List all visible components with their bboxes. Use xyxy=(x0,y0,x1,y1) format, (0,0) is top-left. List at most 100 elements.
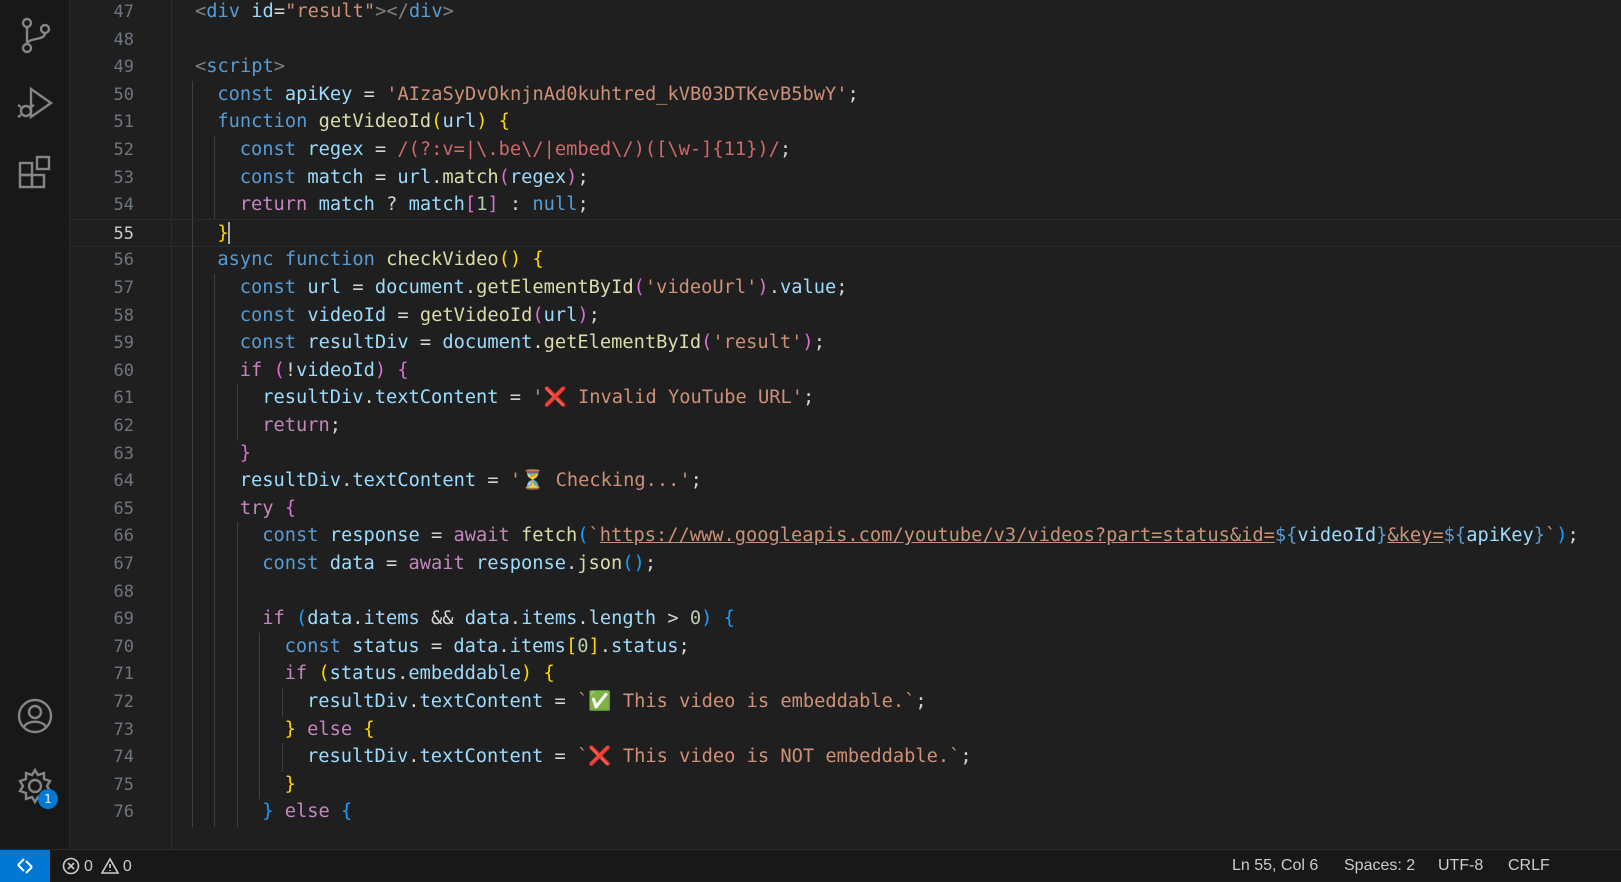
code-token: ) xyxy=(577,304,589,326)
code-token: 'videoUrl' xyxy=(644,277,758,298)
code-line[interactable]: 65 try { xyxy=(70,494,1621,524)
code-token: try xyxy=(239,497,285,519)
code-token: const xyxy=(239,332,308,354)
code-line[interactable]: 49 <script> xyxy=(70,53,1621,82)
line-number: 50 xyxy=(113,84,134,105)
code-line[interactable]: 70 const status = data.items[0].status; xyxy=(70,632,1621,662)
code-token: textContent xyxy=(419,746,544,768)
manage-gear-icon[interactable]: 1 xyxy=(12,763,58,809)
code-line[interactable]: 50 const apiKey = 'AIzaSyDvOknjnAd0kuhtre… xyxy=(70,80,1621,110)
code-line[interactable]: 69 if (data.items && data.items.length > … xyxy=(70,605,1621,634)
code-text: } else { xyxy=(262,798,352,827)
code-token: [ xyxy=(565,635,578,657)
code-token: 0 xyxy=(577,635,589,657)
code-token: regex xyxy=(509,166,567,188)
code-token: '⏳ Checking...' xyxy=(509,470,691,492)
code-line[interactable]: 72 resultDiv.textContent = `✅ This video … xyxy=(70,688,1621,717)
activity-bar: 1 xyxy=(0,0,70,849)
code-line[interactable]: 63} xyxy=(70,439,1621,469)
code-editor[interactable]: 47 <div id="result"></div> 48 49 <script> 50 c… xyxy=(70,0,1621,849)
code-line[interactable]: 66 const response = await fetch(`https://… xyxy=(70,522,1621,551)
code-token: document xyxy=(374,277,465,298)
code-line[interactable]: 73} else { xyxy=(70,715,1621,745)
line-number: 59 xyxy=(113,333,134,354)
indent-guide xyxy=(214,522,216,551)
indentation-setting[interactable]: Spaces: 2 xyxy=(1344,850,1415,882)
code-line[interactable]: 57 const url = document.getElementById('v… xyxy=(70,274,1621,303)
code-token: ) xyxy=(374,359,387,381)
indent-guide xyxy=(259,632,261,662)
code-line[interactable]: 62 return; xyxy=(70,412,1621,441)
code-line[interactable]: 58 const videoId = getVideoId(url); xyxy=(70,301,1621,331)
code-token: return xyxy=(262,415,330,436)
code-token: resultDiv xyxy=(307,691,409,712)
code-line[interactable]: 60 if (!videoId) { xyxy=(70,356,1621,386)
code-token: const xyxy=(284,635,353,657)
code-line[interactable]: 52 const regex = /(?:v=|\.be\/|embed\/)([… xyxy=(70,136,1621,165)
code-line[interactable]: 67 const data = await response.json(); xyxy=(70,550,1621,579)
code-line[interactable]: 56 async function checkVideo() { xyxy=(70,246,1621,275)
code-line[interactable]: 61 resultDiv.textContent = '❌ Invalid You… xyxy=(70,384,1621,413)
code-token: ( xyxy=(431,111,443,133)
code-text: return match ? match[1] : null; xyxy=(240,191,589,220)
code-token: null xyxy=(532,194,578,216)
indent-guide xyxy=(214,688,216,717)
code-text: } else { xyxy=(285,716,375,745)
indent-guide xyxy=(236,688,238,717)
indent-guide xyxy=(192,743,193,772)
code-line[interactable]: 59 const resultDiv = document.getElementB… xyxy=(70,329,1621,358)
code-line[interactable]: 47 <div id="result"></div> xyxy=(70,0,1621,27)
code-token: status xyxy=(329,663,398,685)
remote-indicator-button[interactable] xyxy=(0,850,50,882)
code-line[interactable]: 64 resultDiv.textContent = '⏳ Checking...… xyxy=(70,467,1621,496)
code-token: await xyxy=(408,553,476,574)
indent-guide xyxy=(214,439,216,469)
code-token: ` xyxy=(1544,525,1557,547)
code-token: ; xyxy=(803,387,815,409)
code-token: ${ xyxy=(1443,525,1467,547)
run-debug-icon[interactable] xyxy=(12,80,58,126)
code-token: `✅ This video is embeddable.` xyxy=(577,691,916,712)
encoding-setting[interactable]: UTF-8 xyxy=(1438,850,1483,882)
code-line[interactable]: 68 xyxy=(70,577,1621,607)
code-line[interactable]: 54 return match ? match[1] : null; xyxy=(70,191,1621,220)
code-line[interactable]: 48 xyxy=(70,26,1621,55)
cursor-position[interactable]: Ln 55, Col 6 xyxy=(1232,850,1318,882)
extensions-icon[interactable] xyxy=(12,150,58,196)
code-token: [ xyxy=(464,194,477,216)
indent-guide xyxy=(236,605,238,634)
code-line[interactable]: 76} else { xyxy=(70,798,1621,827)
code-token: embeddable xyxy=(408,663,521,685)
code-line[interactable]: 53 const match = url.match(regex); xyxy=(70,163,1621,193)
source-control-icon[interactable] xyxy=(12,12,58,58)
line-number: 63 xyxy=(113,443,134,464)
code-line[interactable]: 51 function getVideoId(url) { xyxy=(70,108,1621,137)
code-token: && xyxy=(419,608,465,630)
remote-icon xyxy=(17,858,33,874)
code-token: . xyxy=(532,332,544,354)
code-line[interactable]: 74 resultDiv.textContent = `❌ This video … xyxy=(70,743,1621,772)
line-number: 67 xyxy=(113,554,134,574)
code-token: document xyxy=(442,332,533,354)
account-icon[interactable] xyxy=(12,693,58,739)
settings-badge: 1 xyxy=(38,789,58,809)
code-line[interactable]: 75} xyxy=(70,770,1621,800)
line-number: 53 xyxy=(113,167,134,188)
code-line[interactable]: 55} xyxy=(70,218,1621,249)
code-token: ; xyxy=(577,166,589,188)
code-token: ? xyxy=(374,194,409,216)
code-token: url xyxy=(397,166,432,188)
code-text: <script> xyxy=(195,53,285,82)
problems-indicator[interactable]: 0 0 xyxy=(62,850,132,882)
indent-guide xyxy=(281,688,283,717)
code-token: } xyxy=(262,801,274,823)
line-ending-setting[interactable]: CRLF xyxy=(1508,850,1550,882)
code-line[interactable]: 71 if (status.embeddable) { xyxy=(70,660,1621,689)
code-text: if (data.items && data.items.length > 0)… xyxy=(262,605,735,634)
line-number: 54 xyxy=(113,195,134,216)
code-token: getElementById xyxy=(476,277,634,298)
code-token: > xyxy=(656,608,690,630)
